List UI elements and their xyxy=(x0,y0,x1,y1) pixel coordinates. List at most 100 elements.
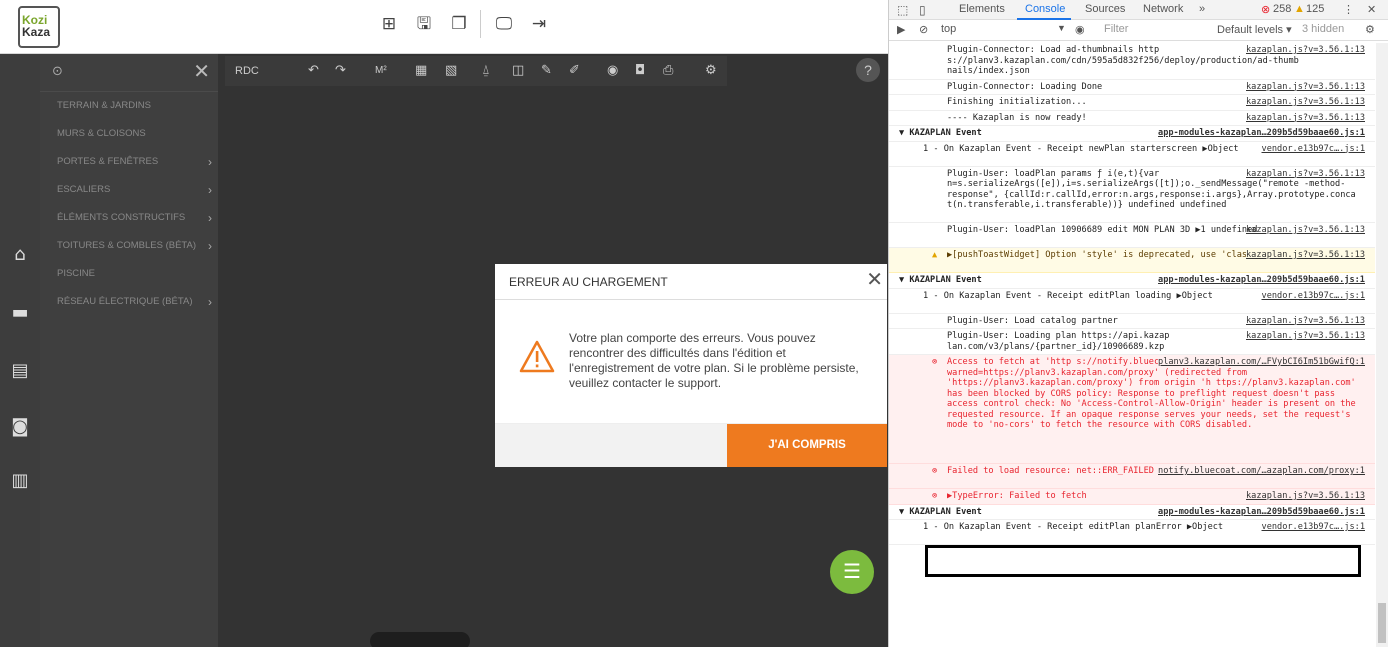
help-icon[interactable]: ? xyxy=(856,58,880,82)
console-source-link[interactable]: notify.bluecoat.com/…azaplan.com/proxy:1 xyxy=(1158,466,1365,477)
close-icon[interactable]: ✕ xyxy=(866,267,883,291)
tab-sources[interactable]: Sources xyxy=(1085,3,1125,15)
tab-console[interactable]: Console xyxy=(1025,3,1065,15)
sidebar-item[interactable]: PISCINE xyxy=(40,260,218,288)
duplicate-icon[interactable]: ❐ xyxy=(448,12,470,36)
console-row[interactable]: Plugin-Connector: Load ad-thumbnails htt… xyxy=(889,43,1375,80)
chat-icon[interactable]: ☰ xyxy=(830,550,874,594)
screen-icon[interactable]: 🖵 xyxy=(493,12,515,36)
camera-icon[interactable]: ◘ xyxy=(635,63,645,78)
console-source-link[interactable]: kazaplan.js?v=3.56.1:13 xyxy=(1246,491,1365,502)
console-row[interactable]: Finishing initialization... kazaplan.js?v… xyxy=(889,95,1375,111)
console-row[interactable]: 1 - On Kazaplan Event - Receipt editPlan… xyxy=(889,289,1375,314)
kozikaza-logo[interactable]: Kozi Kaza xyxy=(18,6,60,48)
area-button[interactable]: M² xyxy=(375,65,387,76)
close-icon[interactable]: ✕ xyxy=(193,59,210,83)
sidebar-item[interactable]: ESCALIERS › xyxy=(40,176,218,204)
level-selector[interactable]: RDC xyxy=(235,65,259,77)
settings-icon[interactable]: ⚙ xyxy=(705,63,717,78)
modal-footer: J'AI COMPRIS xyxy=(495,424,887,467)
console-source-link[interactable]: app-modules-kazaplan…209b5d59baae60.js:1 xyxy=(1158,275,1365,286)
inspect-icon[interactable]: ⬚ xyxy=(897,3,908,17)
console-source-link[interactable]: kazaplan.js?v=3.56.1:13 xyxy=(1246,113,1365,124)
context-selector[interactable]: top xyxy=(941,23,956,35)
console-row[interactable]: 1 - On Kazaplan Event - Receipt editPlan… xyxy=(889,520,1375,545)
console-row[interactable]: 1 - On Kazaplan Event - Receipt newPlan … xyxy=(889,142,1375,167)
console-source-link[interactable]: kazaplan.js?v=3.56.1:13 xyxy=(1246,316,1365,327)
understood-button[interactable]: J'AI COMPRIS xyxy=(727,424,887,467)
document-icon[interactable]: ▦ xyxy=(415,63,427,78)
more-icon[interactable]: ⋮ xyxy=(1343,3,1354,16)
sidebar-item[interactable]: ÉLÉMENTS CONSTRUCTIFS › xyxy=(40,204,218,232)
console-row[interactable]: ▼ KAZAPLAN Event app-modules-kazaplan…209… xyxy=(889,505,1375,520)
console-row[interactable]: ⊗ Failed to load resource: net::ERR_FAILE… xyxy=(889,464,1375,489)
device-icon[interactable]: ▯ xyxy=(919,3,926,17)
console-source-link[interactable]: vendor.e13b97c….js:1 xyxy=(1262,522,1365,533)
console-source-link[interactable]: kazaplan.js?v=3.56.1:13 xyxy=(1246,82,1365,93)
console-row[interactable]: ▲ ▶[pushToastWidget] Option 'style' is de… xyxy=(889,248,1375,273)
pencil-icon[interactable]: ✎ xyxy=(541,63,552,78)
sofa-icon[interactable]: ▬ xyxy=(8,302,32,323)
highlight-box xyxy=(925,545,1361,577)
eye-icon[interactable]: ◉ xyxy=(1075,23,1085,36)
camera-icon[interactable]: ◙ xyxy=(8,416,32,437)
tab-elements[interactable]: Elements xyxy=(959,3,1005,15)
console-source-link[interactable]: kazaplan.js?v=3.56.1:13 xyxy=(1246,331,1365,342)
print-icon[interactable]: ⎙ xyxy=(663,63,673,78)
console-source-link[interactable]: kazaplan.js?v=3.56.1:13 xyxy=(1246,45,1365,56)
scrollbar-thumb[interactable] xyxy=(1378,603,1386,643)
furniture-icon[interactable]: ▤ xyxy=(8,360,32,381)
sidebar-item[interactable]: MURS & CLOISONS xyxy=(40,120,218,148)
console-source-link[interactable]: kazaplan.js?v=3.56.1:13 xyxy=(1246,250,1365,261)
warning-count[interactable]: 125 xyxy=(1306,3,1324,15)
new-plan-icon[interactable]: ⊞ xyxy=(378,12,400,36)
house-icon[interactable]: ⌂ xyxy=(8,244,32,265)
filter-input[interactable]: Filter xyxy=(1104,23,1128,35)
console-row[interactable]: ---- Kazaplan is now ready! kazaplan.js?v… xyxy=(889,111,1375,126)
console-source-link[interactable]: vendor.e13b97c….js:1 xyxy=(1262,291,1365,302)
chevron-down-icon[interactable]: ▼ xyxy=(1057,23,1066,33)
tab-network[interactable]: Network xyxy=(1143,3,1183,15)
sidebar-toggle-icon[interactable]: ▶ xyxy=(897,23,905,36)
sidebar-item[interactable]: RÉSEAU ÉLECTRIQUE (BÉTA) › xyxy=(40,288,218,316)
console-source-link[interactable]: vendor.e13b97c….js:1 xyxy=(1262,144,1365,155)
more-tabs[interactable]: » xyxy=(1199,3,1205,15)
redo-icon[interactable]: ↷ xyxy=(335,63,346,78)
settings-icon[interactable]: ⚙ xyxy=(1365,23,1375,36)
history-icon[interactable]: ⊙ xyxy=(52,64,63,79)
console-row[interactable]: Plugin-User: Loading plan https://api.ka… xyxy=(889,329,1375,355)
console-scrollbar[interactable] xyxy=(1376,43,1388,647)
lock-icon[interactable]: ⍙ xyxy=(482,63,490,78)
console-message: Plugin-User: Loading plan https://api.ka… xyxy=(947,331,1170,352)
console-row[interactable]: Plugin-User: loadPlan params ƒ i(e,t){va… xyxy=(889,167,1375,223)
cube-icon[interactable]: ◫ xyxy=(512,63,524,78)
close-icon[interactable]: ✕ xyxy=(1367,3,1376,16)
console-row[interactable]: Plugin-User: loadPlan 10906689 edit MON … xyxy=(889,223,1375,248)
console-source-link[interactable]: kazaplan.js?v=3.56.1:13 xyxy=(1246,169,1365,180)
clear-console-icon[interactable]: ⊘ xyxy=(919,23,928,36)
console-source-link[interactable]: app-modules-kazaplan…209b5d59baae60.js:1 xyxy=(1158,507,1365,518)
view-toggle[interactable] xyxy=(370,632,470,647)
console-row[interactable]: ⊗ Access to fetch at 'http s://notify.blu… xyxy=(889,355,1375,464)
sidebar-item[interactable]: PORTES & FENÊTRES › xyxy=(40,148,218,176)
error-count[interactable]: 258 xyxy=(1273,3,1291,15)
save-icon[interactable]: 🖫 xyxy=(413,12,435,36)
levels-dropdown[interactable]: Default levels ▾ xyxy=(1217,23,1292,36)
sidebar-item[interactable]: TERRAIN & JARDINS xyxy=(40,92,218,120)
console-source-link[interactable]: kazaplan.js?v=3.56.1:13 xyxy=(1246,97,1365,108)
console-row[interactable]: ⊗ ▶TypeError: Failed to fetch kazaplan.js?… xyxy=(889,489,1375,505)
eye-icon[interactable]: ◉ xyxy=(607,63,618,78)
map-icon[interactable]: ▧ xyxy=(445,63,457,78)
cart-icon[interactable]: ▥ xyxy=(8,470,32,491)
console-row[interactable]: ▼ KAZAPLAN Event app-modules-kazaplan…209… xyxy=(889,273,1375,289)
console-source-link[interactable]: app-modules-kazaplan…209b5d59baae60.js:1 xyxy=(1158,128,1365,139)
console-source-link[interactable]: planv3.kazaplan.com/…FVybCI6Im51bGwifQ:1 xyxy=(1158,357,1365,368)
exit-icon[interactable]: ⇥ xyxy=(528,12,550,36)
console-row[interactable]: Plugin-User: Load catalog partner kazapla… xyxy=(889,314,1375,329)
paint-icon[interactable]: ✐ xyxy=(569,63,580,78)
console-source-link[interactable]: kazaplan.js?v=3.56.1:13 xyxy=(1246,225,1365,236)
undo-icon[interactable]: ↶ xyxy=(308,63,319,78)
console-row[interactable]: Plugin-Connector: Loading Done kazaplan.j… xyxy=(889,80,1375,95)
console-row[interactable]: ▼ KAZAPLAN Event app-modules-kazaplan…209… xyxy=(889,126,1375,142)
sidebar-item[interactable]: TOITURES & COMBLES (BÉTA) › xyxy=(40,232,218,260)
